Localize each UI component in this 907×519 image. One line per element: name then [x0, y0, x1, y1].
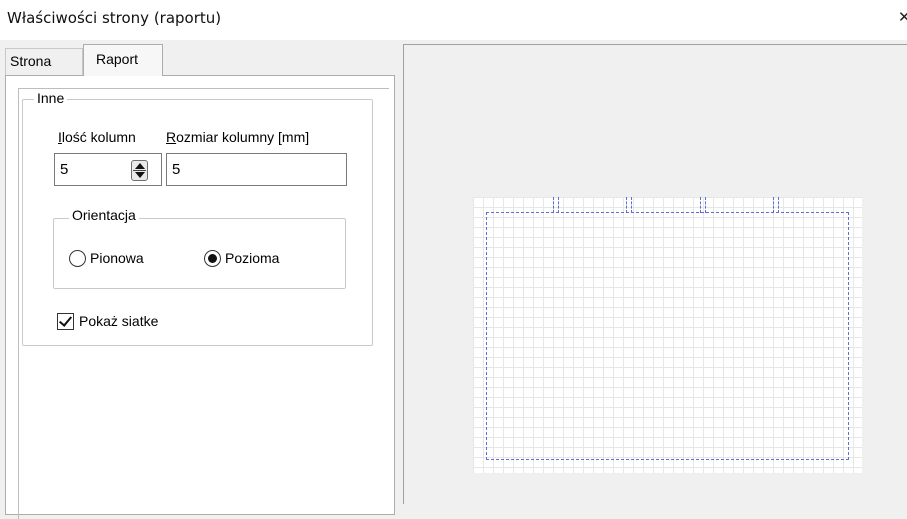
tab-strona-label: Strona	[10, 53, 52, 69]
columns-count-label-text: lość kolumn	[61, 129, 136, 145]
spin-separator	[133, 170, 146, 171]
inne-legend: Inne	[34, 90, 68, 106]
radio-pozioma[interactable]	[204, 250, 221, 267]
columns-count-value: 5	[60, 161, 69, 178]
column-marker	[553, 197, 559, 213]
preview-margin-frame	[486, 212, 849, 460]
tab-raport-label: Raport	[96, 51, 139, 67]
radio-selected-dot	[208, 254, 217, 263]
show-grid-checkbox[interactable]	[57, 313, 74, 330]
column-size-label-text: ozmiar kolumny [mm]	[176, 129, 310, 145]
radio-pionowa-label[interactable]: Pionowa	[90, 250, 144, 266]
title-bar: Właściwości strony (raportu) ✕	[0, 0, 907, 40]
spin-down-arrow-icon[interactable]	[135, 172, 145, 178]
column-size-input[interactable]: 5	[166, 153, 347, 186]
column-size-value: 5	[172, 161, 181, 178]
tab-strona[interactable]: Strona	[5, 48, 83, 75]
spin-up-arrow-icon[interactable]	[135, 163, 145, 169]
show-grid-label[interactable]: Pokaż siatke	[79, 313, 158, 329]
column-marker	[700, 197, 706, 213]
window-title: Właściwości strony (raportu)	[7, 9, 222, 27]
columns-count-label: Ilość kolumn	[58, 129, 136, 145]
check-mark-icon	[58, 313, 73, 327]
spinner-up-down-icon[interactable]	[131, 160, 148, 181]
column-marker	[626, 197, 632, 213]
orientation-legend: Orientacja	[69, 207, 139, 223]
column-size-label: Rozmiar kolumny [mm]	[166, 129, 309, 145]
column-size-accel: R	[166, 129, 177, 145]
radio-pozioma-label[interactable]: Pozioma	[225, 250, 279, 266]
radio-pionowa[interactable]	[69, 250, 86, 267]
column-marker	[773, 197, 779, 213]
tab-raport[interactable]: Raport	[83, 44, 163, 76]
close-icon[interactable]: ✕	[898, 8, 907, 28]
